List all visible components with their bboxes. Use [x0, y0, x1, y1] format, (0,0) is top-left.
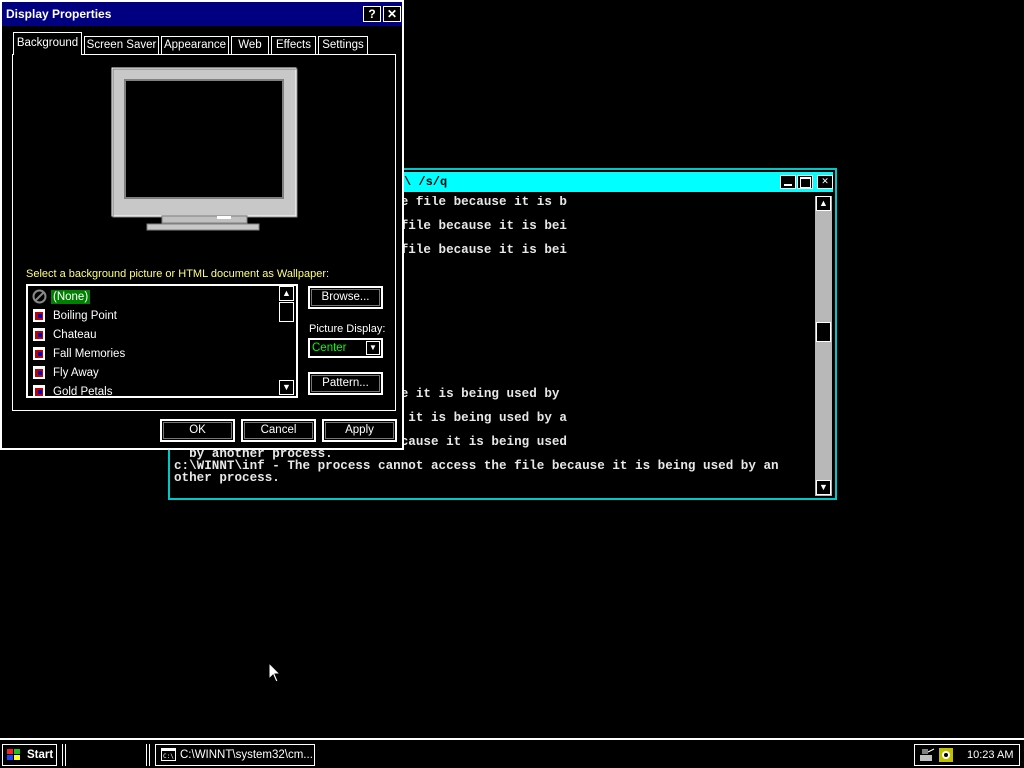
- close-icon: ✕: [821, 176, 829, 188]
- clock: 10:23 AM: [967, 749, 1014, 761]
- none-icon: [32, 289, 47, 304]
- list-item-label: Fly Away: [53, 367, 99, 379]
- scroll-thumb[interactable]: [816, 322, 831, 342]
- picture-display-label: Picture Display:: [309, 323, 386, 335]
- browse-button[interactable]: Browse...: [308, 286, 383, 309]
- bitmap-file-icon: [33, 385, 45, 396]
- minimize-icon: [784, 184, 792, 186]
- cancel-button[interactable]: Cancel: [241, 419, 316, 442]
- up-arrow-icon: ▲: [282, 288, 291, 298]
- help-icon: ?: [368, 7, 376, 21]
- tab-screen-saver[interactable]: Screen Saver: [84, 36, 159, 54]
- list-item[interactable]: Chateau: [30, 326, 278, 344]
- console-icon: C:\: [161, 748, 176, 761]
- pattern-button[interactable]: Pattern...: [308, 372, 383, 395]
- tab-background[interactable]: Background: [13, 32, 82, 55]
- console-line: other process.: [174, 471, 280, 485]
- dialog-title: Display Properties: [6, 7, 112, 21]
- volume-icon[interactable]: [938, 747, 954, 763]
- down-arrow-icon: ▼: [819, 482, 828, 492]
- list-item-label: Chateau: [53, 329, 97, 341]
- system-tray: 10:23 AM: [914, 744, 1020, 766]
- taskbar-button-label: C:\WINNT\system32\cm...: [180, 749, 313, 761]
- up-arrow-icon: ▲: [819, 198, 828, 208]
- scroll-down-button[interactable]: ▼: [816, 480, 831, 495]
- maximize-icon: [800, 177, 811, 188]
- picture-display-dropdown[interactable]: Center ▼: [308, 338, 383, 358]
- picture-display-value: Center: [312, 342, 347, 354]
- close-button[interactable]: ✕: [817, 175, 833, 189]
- tab-effects[interactable]: Effects: [271, 36, 316, 54]
- start-button[interactable]: Start: [2, 744, 57, 766]
- mouse-pointer-icon: [268, 662, 282, 683]
- list-item[interactable]: Fall Memories: [30, 345, 278, 363]
- list-item[interactable]: Boiling Point: [30, 307, 278, 325]
- tab-settings[interactable]: Settings: [318, 36, 368, 54]
- svg-text:C:\: C:\: [163, 753, 174, 760]
- list-item[interactable]: (None): [30, 288, 278, 306]
- console-scrollbar[interactable]: ▲ ▼: [815, 196, 832, 496]
- network-icon[interactable]: [918, 747, 936, 763]
- tab-web[interactable]: Web: [231, 36, 269, 54]
- wallpaper-list-scrollbar[interactable]: ▲ ▼: [278, 286, 296, 396]
- bitmap-file-icon: [33, 347, 45, 360]
- list-item-label: Fall Memories: [53, 348, 126, 360]
- dialog-close-button[interactable]: ✕: [383, 6, 401, 22]
- bitmap-file-icon: [33, 366, 45, 379]
- apply-button[interactable]: Apply: [322, 419, 397, 442]
- console-title: \ /s/q: [404, 175, 448, 189]
- taskbar-divider: [146, 744, 150, 766]
- taskbar-button-console[interactable]: C:\ C:\WINNT\system32\cm...: [155, 744, 315, 766]
- quick-launch-divider: [62, 744, 66, 766]
- list-scroll-down-button[interactable]: ▼: [279, 380, 294, 395]
- list-item[interactable]: Gold Petals: [30, 383, 278, 396]
- windows-logo-icon: [7, 749, 20, 760]
- list-item-label: Boiling Point: [53, 310, 117, 322]
- dialog-title-bar[interactable]: Display Properties ? ✕: [2, 2, 402, 26]
- chevron-down-icon[interactable]: ▼: [366, 341, 380, 355]
- start-label: Start: [27, 749, 54, 761]
- scroll-up-button[interactable]: ▲: [816, 196, 831, 211]
- close-icon: ✕: [386, 7, 398, 21]
- list-item-label: (None): [51, 290, 91, 304]
- tab-appearance[interactable]: Appearance: [161, 36, 229, 54]
- help-button[interactable]: ?: [363, 6, 381, 22]
- list-scroll-thumb[interactable]: [279, 302, 294, 322]
- minimize-button[interactable]: [780, 175, 796, 189]
- list-item-label: Gold Petals: [53, 386, 113, 396]
- wallpaper-list[interactable]: (None) Boiling Point Chateau Fall Memori…: [26, 284, 298, 398]
- down-arrow-icon: ▼: [282, 382, 291, 392]
- list-item[interactable]: Fly Away: [30, 364, 278, 382]
- list-scroll-up-button[interactable]: ▲: [279, 286, 294, 301]
- monitor-preview-icon: [111, 67, 298, 231]
- ok-button[interactable]: OK: [160, 419, 235, 442]
- taskbar: Start C:\ C:\WINNT\system32\cm... 10:23 …: [0, 738, 1024, 768]
- bitmap-file-icon: [33, 309, 45, 322]
- maximize-button[interactable]: [797, 175, 813, 189]
- wallpaper-label: Select a background picture or HTML docu…: [26, 268, 330, 280]
- display-properties-dialog[interactable]: Display Properties ? ✕ Background Screen…: [0, 0, 404, 450]
- bitmap-file-icon: [33, 328, 45, 341]
